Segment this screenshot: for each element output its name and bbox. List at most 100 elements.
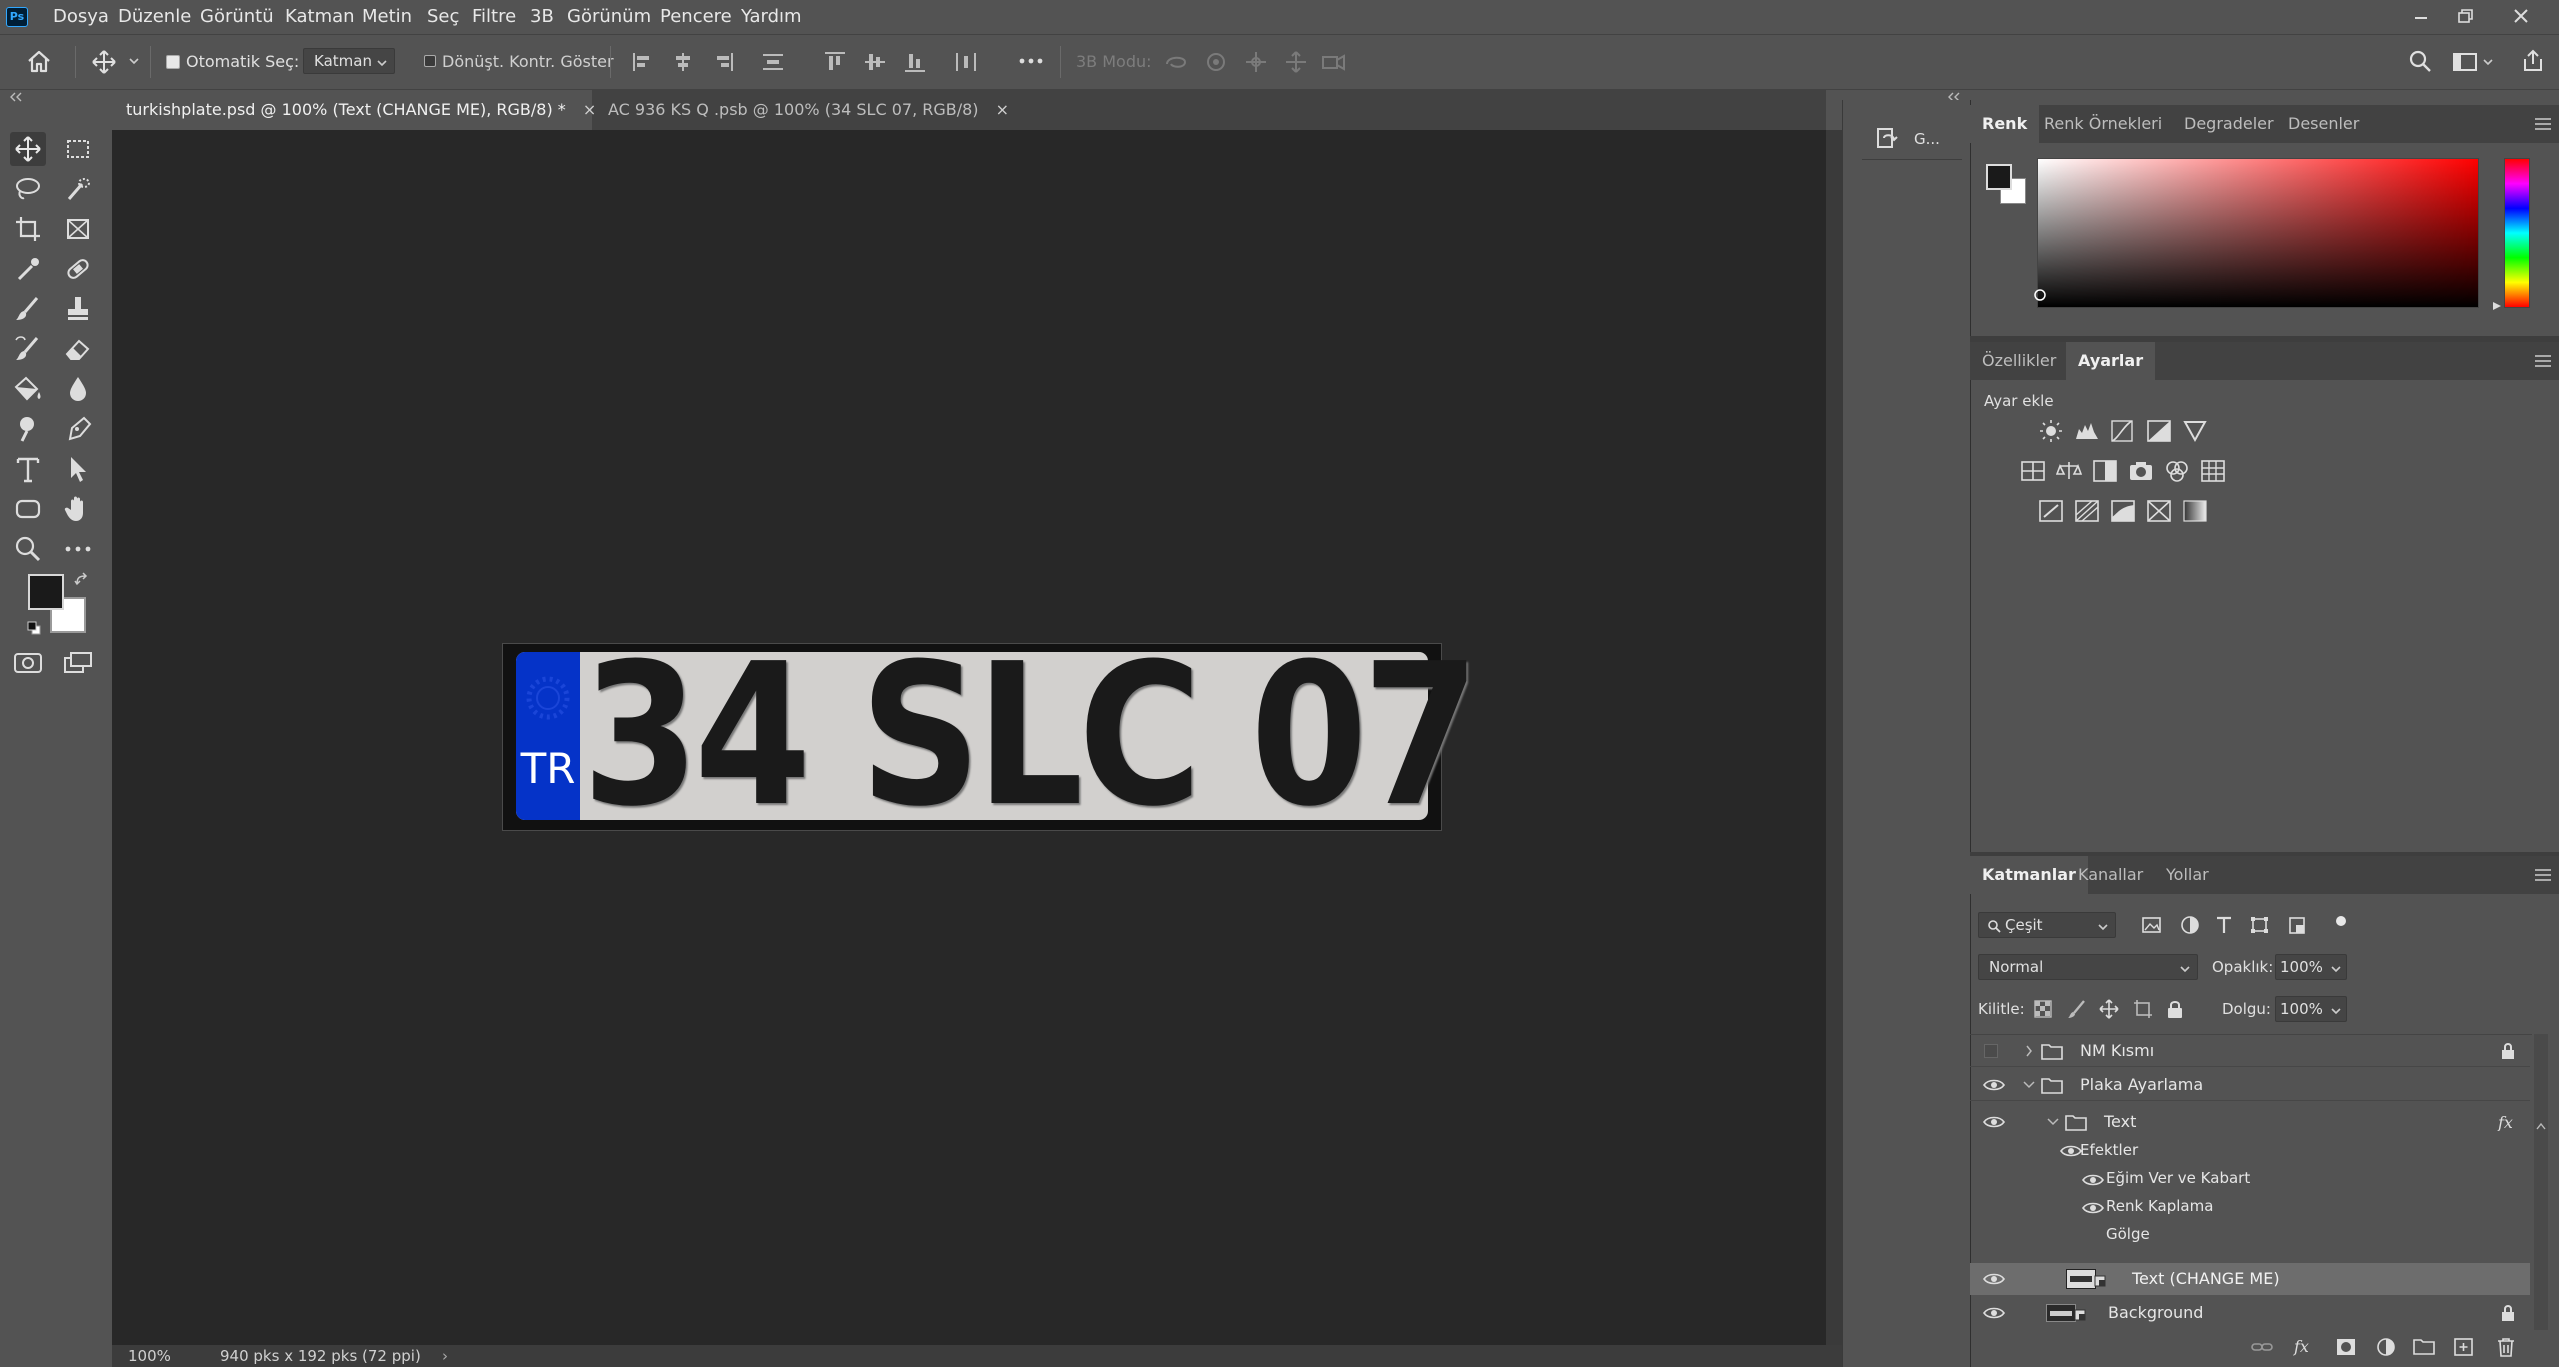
eye-icon[interactable]	[1983, 1306, 2005, 1320]
history-brush-tool[interactable]	[10, 332, 46, 366]
frame-tool[interactable]	[60, 212, 96, 246]
menu-sec[interactable]: Seç	[427, 6, 459, 27]
color-lookup-icon[interactable]	[2200, 459, 2226, 483]
quick-mask-icon[interactable]	[10, 646, 46, 680]
eye-icon[interactable]	[2082, 1201, 2104, 1215]
workspace-icon[interactable]	[2452, 49, 2494, 75]
default-colors-icon[interactable]	[26, 620, 42, 636]
screen-mode-icon[interactable]	[60, 646, 96, 680]
tab-kanallar[interactable]: Kanallar	[2066, 856, 2155, 894]
color-fg-swatch[interactable]	[1986, 164, 2012, 190]
roll-3d-icon[interactable]	[1203, 50, 1231, 74]
channel-mixer-icon[interactable]	[2164, 459, 2190, 483]
vibrance-icon[interactable]	[2182, 419, 2208, 443]
menu-duzenle[interactable]: Düzenle	[118, 6, 191, 27]
tab-ac936[interactable]: AC 936 KS Q .psb @ 100% (34 SLC 07, RGB/…	[594, 90, 1024, 130]
tab-renk[interactable]: Renk	[1970, 105, 2040, 143]
align-center-icon[interactable]	[670, 50, 696, 74]
filter-adjustment-icon[interactable]	[2178, 914, 2202, 936]
new-group-icon[interactable]	[2412, 1336, 2436, 1358]
menu-filtre[interactable]: Filtre	[472, 6, 516, 27]
auto-select-dropdown[interactable]: Katman	[303, 48, 395, 74]
new-layer-icon[interactable]	[2452, 1336, 2476, 1358]
foreground-color-swatch-front[interactable]	[28, 574, 64, 610]
hue-saturation-icon[interactable]	[2020, 459, 2046, 483]
marquee-tool[interactable]	[60, 132, 96, 166]
delete-layer-icon[interactable]	[2494, 1336, 2518, 1358]
link-layers-icon[interactable]	[2250, 1336, 2274, 1358]
chevron-right-icon[interactable]	[2024, 1044, 2034, 1058]
lock-all-icon[interactable]	[2164, 998, 2186, 1020]
orbit-3d-icon[interactable]	[1163, 50, 1191, 74]
opacity-field[interactable]: 100%	[2275, 954, 2347, 980]
distribute-vertical-icon[interactable]	[953, 50, 979, 74]
crop-tool[interactable]	[10, 212, 46, 246]
brush-tool[interactable]	[10, 292, 46, 326]
move-tool-icon[interactable]	[90, 49, 118, 75]
fx-add-style-icon[interactable]: fx	[2292, 1336, 2316, 1358]
gradient-map-icon[interactable]	[2182, 499, 2208, 523]
menu-goruntu[interactable]: Görüntü	[200, 6, 274, 27]
zoom-level[interactable]: 100%	[128, 1345, 171, 1367]
eraser-tool[interactable]	[60, 332, 96, 366]
dodge-tool[interactable]	[10, 412, 46, 446]
slide-3d-icon[interactable]	[1283, 50, 1311, 74]
share-icon[interactable]	[2520, 48, 2546, 74]
new-adjustment-icon[interactable]	[2374, 1336, 2398, 1358]
tab-degradeler[interactable]: Degradeler	[2172, 105, 2286, 143]
layer-row-text-group[interactable]: Text fx	[1970, 1107, 2530, 1137]
layers-scrollbar[interactable]	[2534, 1034, 2548, 1330]
exposure-icon[interactable]	[2146, 419, 2172, 443]
eye-icon[interactable]	[2060, 1144, 2082, 1158]
tab-turkishplate[interactable]: turkishplate.psd @ 100% (Text (CHANGE ME…	[112, 90, 596, 130]
blur-tool[interactable]	[60, 372, 96, 406]
layer-row-nm-kismi[interactable]: NM Kısmı	[1970, 1035, 2530, 1067]
show-transform-checkbox[interactable]	[424, 55, 436, 67]
lock-transparent-icon[interactable]	[2032, 998, 2054, 1020]
tab-close-icon[interactable]: ×	[996, 100, 1009, 119]
hue-slider[interactable]	[2504, 158, 2530, 308]
panel-menu-icon[interactable]	[2534, 869, 2552, 881]
color-balance-icon[interactable]	[2056, 459, 2082, 483]
plate-number[interactable]: 34 SLC 07	[582, 638, 1480, 834]
tab-desenler[interactable]: Desenler	[2276, 105, 2371, 143]
eye-icon[interactable]	[1983, 1115, 2005, 1129]
menu-3b[interactable]: 3B	[530, 6, 554, 27]
camera-3d-icon[interactable]	[1320, 50, 1348, 74]
align-left-icon[interactable]	[630, 50, 656, 74]
align-middle-icon[interactable]	[862, 50, 888, 74]
eye-icon[interactable]	[2082, 1173, 2104, 1187]
menu-gorunum[interactable]: Görünüm	[567, 6, 651, 27]
fx-icon[interactable]: fx	[2496, 1113, 2518, 1131]
menu-yardim[interactable]: Yardım	[741, 6, 802, 27]
align-top-icon[interactable]	[822, 50, 848, 74]
paint-bucket-tool[interactable]	[10, 372, 46, 406]
lasso-tool[interactable]	[10, 172, 46, 206]
lock-position-icon[interactable]	[2098, 998, 2120, 1020]
levels-icon[interactable]	[2074, 419, 2100, 443]
chevron-down-icon[interactable]	[2046, 1116, 2060, 1128]
status-chevron-icon[interactable]: ›	[442, 1345, 448, 1367]
history-panel-button[interactable]: G...	[1862, 120, 1962, 160]
posterize-icon[interactable]	[2074, 499, 2100, 523]
eye-icon[interactable]	[1983, 1078, 2005, 1092]
filter-pixel-icon[interactable]	[2140, 914, 2164, 936]
canvas-scrollbar[interactable]	[1826, 130, 1842, 1345]
clone-stamp-tool[interactable]	[60, 292, 96, 326]
brightness-icon[interactable]	[2038, 419, 2064, 443]
menu-metin[interactable]: Metin	[362, 6, 412, 27]
auto-select-checkbox[interactable]	[166, 55, 180, 69]
color-field[interactable]	[2037, 158, 2479, 308]
invert-icon[interactable]	[2038, 499, 2064, 523]
filter-shape-icon[interactable]	[2248, 914, 2272, 936]
curves-icon[interactable]	[2110, 419, 2136, 443]
lock-artboard-icon[interactable]	[2132, 998, 2154, 1020]
eye-icon[interactable]	[1983, 1272, 2005, 1286]
photo-filter-icon[interactable]	[2128, 459, 2154, 483]
threshold-icon[interactable]	[2110, 499, 2136, 523]
layer-row-background[interactable]: Background	[1970, 1297, 2530, 1329]
rectangle-tool[interactable]	[10, 492, 46, 526]
blend-mode-dropdown[interactable]: Normal	[1978, 954, 2198, 980]
menu-pencere[interactable]: Pencere	[660, 6, 732, 27]
distribute-icon[interactable]	[760, 50, 786, 74]
